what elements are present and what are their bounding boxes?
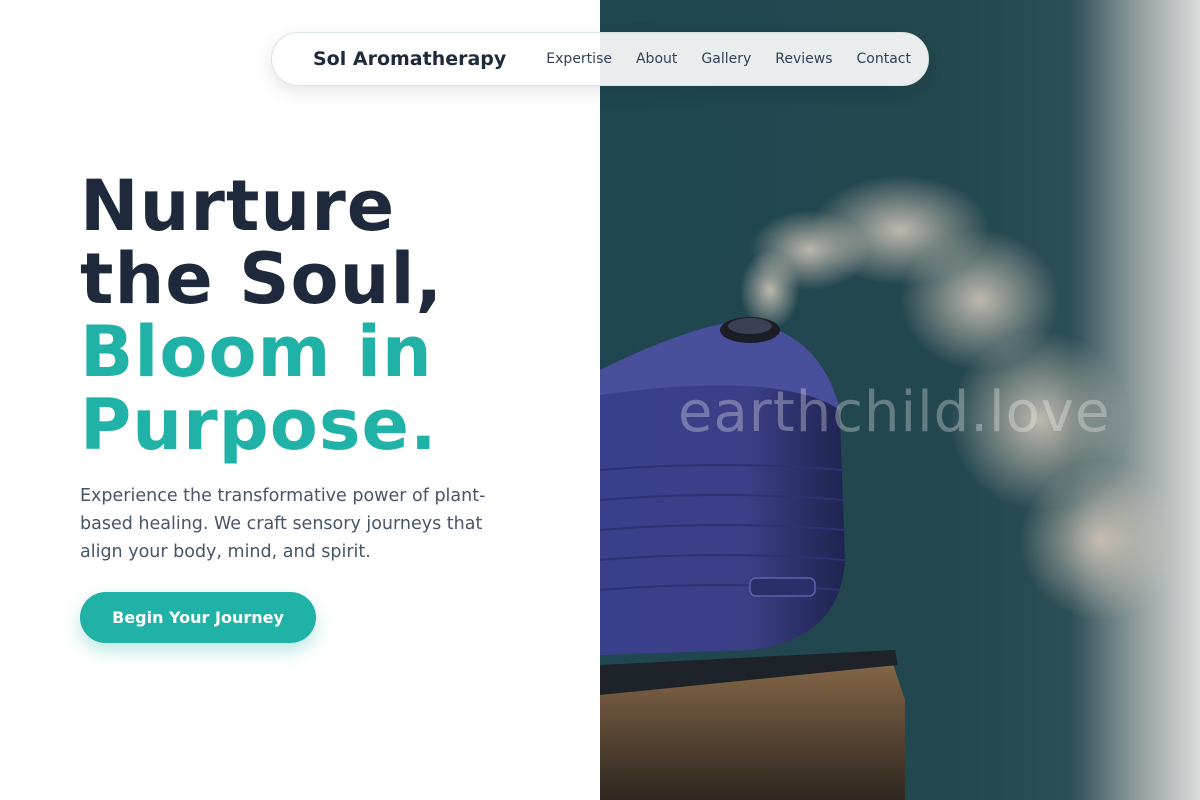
begin-journey-button[interactable]: Begin Your Journey (80, 592, 316, 643)
nav-link-about[interactable]: About (636, 51, 677, 67)
hero-headline: Nurture the Soul, Bloom in Purpose. (80, 170, 443, 462)
page: earthchild.love Sol Aromatherapy Experti… (0, 0, 1200, 800)
brand-logo[interactable]: Sol Aromatherapy (313, 48, 506, 70)
nav-links: Expertise About Gallery Reviews Contact (546, 51, 911, 67)
hero-image: earthchild.love (600, 0, 1200, 800)
headline-line-3: Bloom in (80, 311, 433, 393)
nav-link-contact[interactable]: Contact (857, 51, 911, 67)
headline-line-1: Nurture (80, 165, 396, 247)
nav-link-reviews[interactable]: Reviews (775, 51, 832, 67)
top-nav: Sol Aromatherapy Expertise About Gallery… (271, 32, 929, 86)
watermark-text: earthchild.love (678, 380, 1111, 445)
nav-link-expertise[interactable]: Expertise (546, 51, 612, 67)
headline-line-2: the Soul, (80, 238, 444, 320)
nav-link-gallery[interactable]: Gallery (701, 51, 751, 67)
hero-subtext: Experience the transformative power of p… (80, 486, 486, 562)
headline-line-4: Purpose. (80, 384, 438, 466)
